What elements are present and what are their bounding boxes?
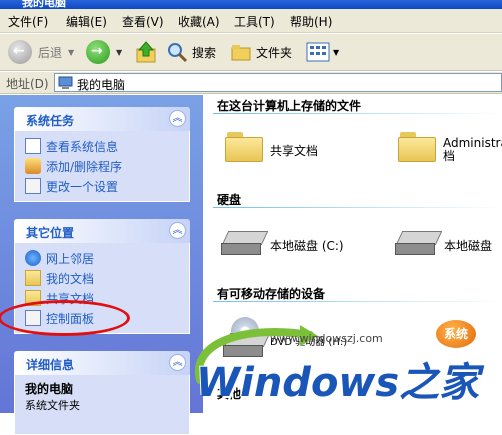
section-divider bbox=[213, 113, 502, 114]
up-folder-icon bbox=[136, 41, 156, 63]
views-button[interactable]: ▼ bbox=[306, 39, 339, 65]
address-bar: 地址(D) 我的电脑 bbox=[0, 72, 502, 94]
task-pane: 系统任务 ︽ 查看系统信息 添加/删除程序 更改一个设置 其它位置 ︽ 网上邻居… bbox=[0, 95, 203, 435]
system-info-icon bbox=[25, 138, 41, 154]
menu-help[interactable]: 帮助(H) bbox=[290, 13, 332, 30]
views-icon bbox=[306, 42, 330, 62]
menu-favorites[interactable]: 收藏(A) bbox=[178, 13, 220, 30]
forward-arrow-icon: → bbox=[86, 40, 110, 64]
task-view-system-info[interactable]: 查看系统信息 bbox=[25, 136, 189, 156]
search-label: 搜索 bbox=[192, 45, 217, 60]
details-type: 系统文件夹 bbox=[25, 399, 80, 412]
menu-file[interactable]: 文件(F) bbox=[8, 13, 48, 30]
watermark-brand: Windows之家 bbox=[196, 360, 480, 406]
files-section-title: 在这台计算机上存储的文件 bbox=[217, 99, 362, 113]
add-remove-icon bbox=[25, 158, 41, 174]
place-network[interactable]: 网上邻居 bbox=[25, 248, 189, 268]
place-label: 我的文档 bbox=[46, 271, 95, 286]
network-icon bbox=[25, 250, 41, 266]
hdd-section-title: 硬盘 bbox=[217, 193, 242, 207]
folders-icon bbox=[231, 45, 251, 61]
back-button[interactable]: ← 后退 ▼ bbox=[8, 39, 74, 65]
back-arrow-icon: ← bbox=[8, 40, 32, 64]
system-tasks-panel: 系统任务 ︽ 查看系统信息 添加/删除程序 更改一个设置 bbox=[14, 107, 190, 202]
search-button[interactable]: 搜索 bbox=[166, 39, 216, 65]
toolbar: ← 后退 ▼ → ▼ 搜索 文件夹 ▼ bbox=[0, 34, 502, 71]
details-header[interactable]: 详细信息 ︽ bbox=[14, 351, 190, 375]
other-places-header[interactable]: 其它位置 ︽ bbox=[14, 219, 190, 243]
task-add-remove-programs[interactable]: 添加/删除程序 bbox=[25, 156, 189, 176]
folders-button[interactable]: 文件夹 bbox=[230, 39, 292, 65]
removable-section-title: 有可移动存储的设备 bbox=[217, 287, 326, 301]
place-label: 网上邻居 bbox=[46, 251, 95, 266]
details-title: 详细信息 bbox=[26, 358, 75, 372]
address-value: 我的电脑 bbox=[77, 78, 126, 92]
item-label: Administra 档 bbox=[443, 136, 502, 163]
my-computer-icon bbox=[58, 76, 73, 89]
address-input[interactable]: 我的电脑 bbox=[54, 73, 502, 92]
details-panel: 详细信息 ︽ 我的电脑 系统文件夹 bbox=[14, 351, 190, 435]
search-icon bbox=[168, 43, 188, 63]
task-label: 更改一个设置 bbox=[46, 179, 119, 194]
section-divider bbox=[213, 207, 502, 208]
title-bar: 我的电脑 bbox=[0, 0, 502, 9]
up-folder-button[interactable] bbox=[134, 39, 158, 65]
system-tasks-header[interactable]: 系统任务 ︽ bbox=[14, 107, 190, 131]
system-tasks-title: 系统任务 bbox=[26, 114, 75, 128]
hard-disk-icon bbox=[395, 231, 443, 257]
views-dropdown-icon[interactable]: ▼ bbox=[333, 48, 339, 57]
window-title: 我的电脑 bbox=[22, 0, 66, 9]
back-dropdown-icon[interactable]: ▼ bbox=[68, 48, 74, 57]
watermark-url: www.windowszj.com bbox=[270, 332, 383, 345]
details-name: 我的电脑 bbox=[25, 382, 74, 396]
item-label: 本地磁盘 (C:) bbox=[270, 239, 344, 253]
other-places-title: 其它位置 bbox=[26, 226, 75, 240]
folders-label: 文件夹 bbox=[256, 45, 293, 60]
task-label: 查看系统信息 bbox=[46, 139, 119, 154]
back-label: 后退 bbox=[38, 45, 63, 60]
section-divider bbox=[213, 301, 502, 302]
address-label: 地址(D) bbox=[6, 77, 49, 91]
watermark-badge: 系统 bbox=[436, 320, 476, 348]
item-label: 共享文档 bbox=[270, 144, 319, 158]
menu-edit[interactable]: 编辑(E) bbox=[66, 13, 107, 30]
menu-bar: 文件(F) 编辑(E) 查看(V) 收藏(A) 工具(T) 帮助(H) bbox=[0, 9, 502, 33]
menu-tools[interactable]: 工具(T) bbox=[234, 13, 275, 30]
annotation-circle bbox=[0, 300, 130, 336]
item-label: 本地磁盘 bbox=[444, 239, 493, 253]
task-change-setting[interactable]: 更改一个设置 bbox=[25, 176, 189, 196]
task-label: 添加/删除程序 bbox=[46, 159, 123, 174]
change-setting-icon bbox=[25, 178, 41, 194]
my-documents-icon bbox=[25, 270, 41, 286]
place-my-documents[interactable]: 我的文档 bbox=[25, 268, 189, 288]
collapse-chevron-icon[interactable]: ︽ bbox=[169, 110, 186, 127]
watermark: www.windowszj.com 系统 Windows之家 bbox=[180, 320, 480, 413]
forward-button[interactable]: → ▼ bbox=[86, 39, 122, 65]
forward-dropdown-icon[interactable]: ▼ bbox=[116, 48, 122, 57]
collapse-chevron-icon[interactable]: ︽ bbox=[169, 222, 186, 239]
folder-icon bbox=[225, 132, 263, 162]
folder-icon bbox=[398, 132, 436, 162]
hard-disk-icon bbox=[221, 231, 269, 257]
menu-view[interactable]: 查看(V) bbox=[122, 13, 164, 30]
